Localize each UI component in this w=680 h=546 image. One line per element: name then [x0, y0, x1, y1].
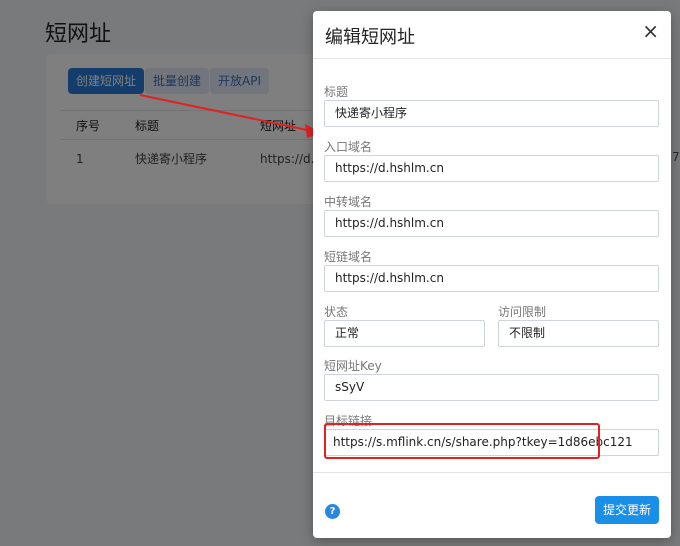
submit-update-button[interactable]: 提交更新: [594, 496, 659, 524]
modal-header: 编辑短网址 ×: [313, 11, 671, 59]
key-label: 短网址Key: [324, 359, 382, 373]
status-label: 状态: [324, 305, 349, 319]
short-domain-input[interactable]: https://d.hshlm.cn: [324, 265, 659, 292]
access-limit-label: 访问限制: [498, 305, 547, 319]
key-input[interactable]: sSyV: [324, 374, 659, 401]
entry-domain-label: 入口域名: [324, 140, 373, 154]
status-select[interactable]: 正常: [324, 320, 485, 347]
transfer-domain-label: 中转域名: [324, 195, 373, 209]
close-icon[interactable]: ×: [642, 21, 659, 41]
transfer-domain-input[interactable]: https://d.hshlm.cn: [324, 210, 659, 237]
modal-title: 编辑短网址: [325, 27, 415, 48]
short-domain-label: 短链域名: [324, 250, 373, 264]
title-input[interactable]: 快递寄小程序: [324, 100, 659, 127]
entry-domain-input[interactable]: https://d.hshlm.cn: [324, 155, 659, 182]
annotation-highlight-box: [324, 423, 600, 459]
help-icon[interactable]: ?: [325, 504, 340, 519]
modal-footer: ? 提交更新: [313, 472, 671, 538]
access-limit-select[interactable]: 不限制: [498, 320, 659, 347]
title-label: 标题: [324, 85, 349, 99]
